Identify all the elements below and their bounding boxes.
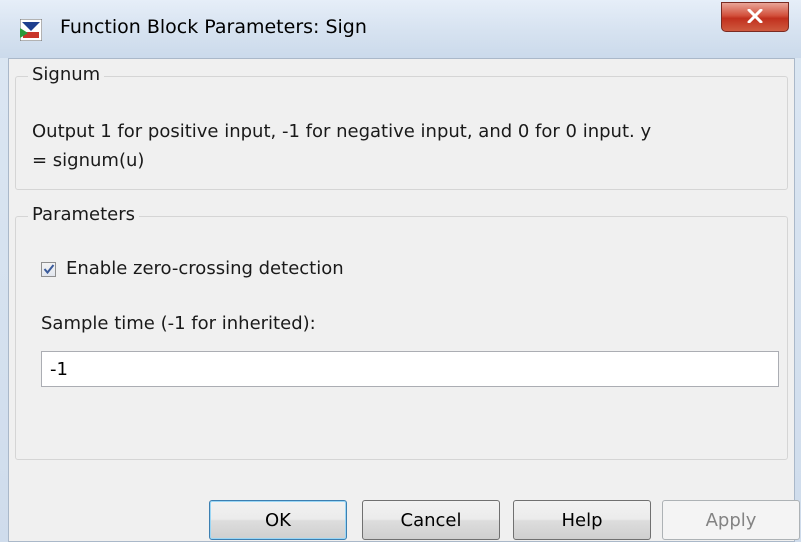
title-bar[interactable]: Function Block Parameters: Sign (0, 0, 801, 58)
signum-description-line1: Output 1 for positive input, -1 for nega… (32, 121, 652, 142)
sample-time-input[interactable] (41, 351, 779, 387)
apply-button: Apply (662, 500, 800, 540)
close-icon (747, 8, 763, 27)
simulink-block-icon (19, 18, 43, 42)
signum-group-label: Signum (28, 64, 105, 85)
cancel-button[interactable]: Cancel (362, 500, 500, 540)
signum-description-line2: = signum(u) (32, 150, 145, 171)
parameters-groupbox (15, 216, 788, 460)
parameters-group-label: Parameters (28, 204, 140, 225)
zero-crossing-label[interactable]: Enable zero-crossing detection (66, 258, 344, 279)
window-title: Function Block Parameters: Sign (60, 16, 367, 38)
ok-button[interactable]: OK (209, 500, 347, 540)
dialog-body: Signum Output 1 for positive input, -1 f… (8, 58, 800, 542)
sample-time-label: Sample time (-1 for inherited): (41, 313, 316, 334)
zero-crossing-checkbox[interactable] (41, 262, 56, 277)
dialog-window: Function Block Parameters: Sign Signum O… (0, 0, 801, 542)
help-button[interactable]: Help (513, 500, 651, 540)
checkmark-icon (43, 260, 55, 279)
close-button[interactable] (721, 2, 789, 32)
